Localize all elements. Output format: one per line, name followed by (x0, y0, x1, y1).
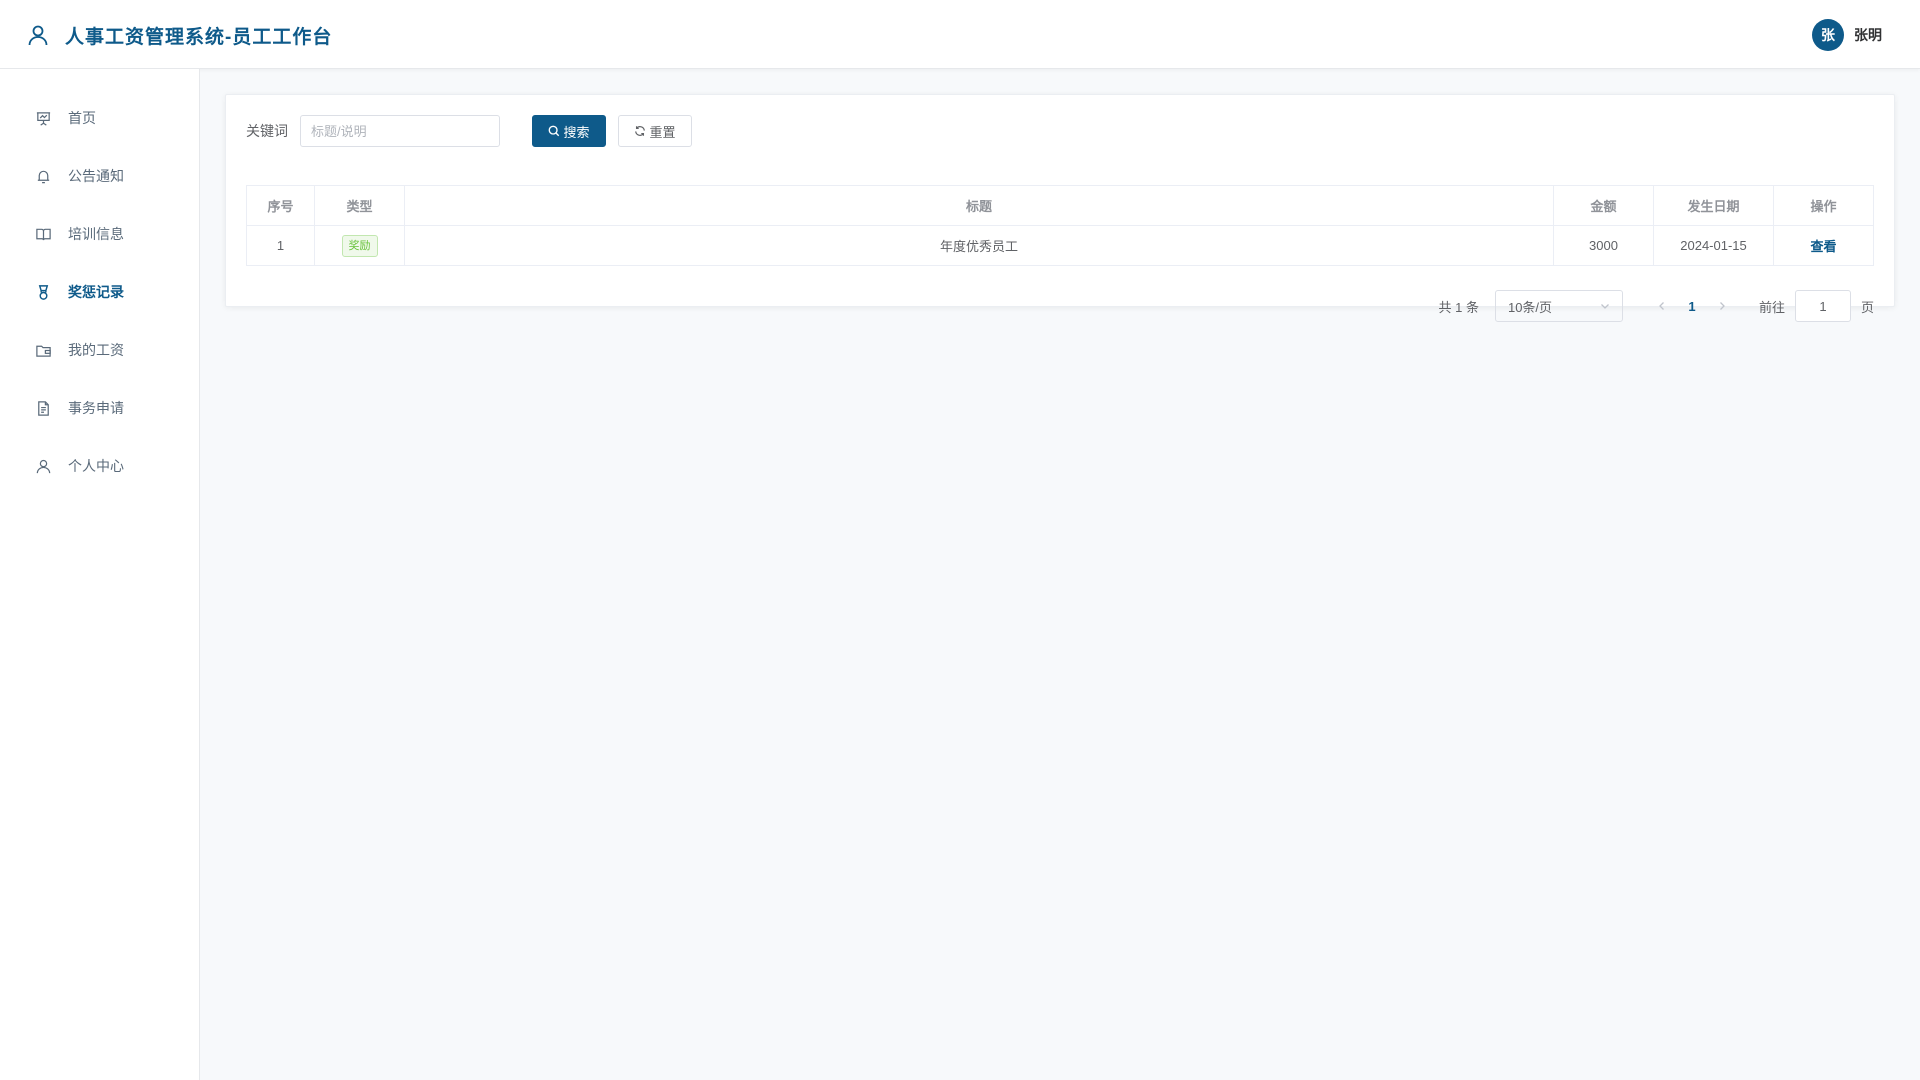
sidebar-item-label: 公告通知 (68, 168, 124, 184)
rewards-table: 序号 类型 标题 金额 发生日期 操作 1 奖励 年度优秀员工 3000 202… (246, 185, 1874, 266)
goto-suffix: 页 (1860, 299, 1874, 315)
book-icon (34, 225, 52, 243)
top-header: 人事工资管理系统-员工工作台 张 张明 (0, 0, 1920, 69)
keyword-input[interactable] (300, 115, 500, 147)
table-row: 1 奖励 年度优秀员工 3000 2024-01-15 查看 (246, 225, 1874, 266)
column-header: 操作 (1773, 185, 1874, 226)
reset-button[interactable]: 重置 (618, 115, 692, 147)
page-number[interactable]: 1 (1677, 299, 1707, 314)
bell-icon (34, 167, 52, 185)
sidebar-item-training[interactable]: 培训信息 (0, 205, 199, 263)
search-icon (548, 125, 560, 137)
type-tag: 奖励 (341, 234, 378, 257)
next-page-button[interactable] (1707, 299, 1737, 314)
presentation-icon (34, 109, 52, 127)
column-header: 标题 (404, 185, 1554, 226)
search-bar: 关键词 搜索 重置 (246, 115, 692, 147)
refresh-icon (634, 125, 646, 137)
app-title: 人事工资管理系统-员工工作台 (65, 26, 333, 48)
sidebar-item-label: 我的工资 (68, 342, 124, 358)
search-button[interactable]: 搜索 (532, 115, 606, 147)
wallet-icon (34, 341, 52, 359)
goto-page-input[interactable] (1794, 290, 1851, 322)
sidebar-item-label: 培训信息 (68, 226, 124, 242)
page-size-value: 10条/页 (1507, 299, 1553, 315)
sidebar-item-requests[interactable]: 事务申请 (0, 379, 199, 437)
column-header: 金额 (1553, 185, 1654, 226)
pagination: 共 1 条 10条/页 1 前往 1 页 (1438, 288, 1874, 324)
sidebar-item-rewards[interactable]: 奖惩记录 (0, 263, 199, 321)
prev-page-button[interactable] (1647, 299, 1677, 314)
brand: 人事工资管理系统-员工工作台 (25, 19, 332, 51)
cell-title: 年度优秀员工 (404, 225, 1554, 266)
sidebar-item-label: 奖惩记录 (68, 284, 124, 300)
keyword-label: 关键词 (246, 123, 288, 139)
column-header: 类型 (314, 185, 405, 226)
user-menu[interactable]: 张 张明 (1812, 19, 1882, 51)
column-header: 序号 (246, 185, 315, 226)
user-icon (34, 457, 52, 475)
chevron-right-icon (1720, 301, 1725, 310)
cell-type: 奖励 (314, 225, 405, 266)
cell-amount: 3000 (1553, 225, 1654, 266)
document-icon (34, 399, 52, 417)
table-header-row: 序号 类型 标题 金额 发生日期 操作 (246, 185, 1874, 226)
sidebar-item-notice[interactable]: 公告通知 (0, 147, 199, 205)
view-link[interactable]: 查看 (1810, 239, 1836, 254)
user-icon (25, 22, 51, 48)
total-count: 共 1 条 (1438, 299, 1479, 315)
search-button-label: 搜索 (563, 124, 590, 140)
column-header: 发生日期 (1653, 185, 1774, 226)
cell-action: 查看 (1773, 225, 1874, 266)
main-content: 关键词 搜索 重置 (200, 69, 1920, 1080)
chevron-down-icon (1600, 299, 1610, 314)
username[interactable]: 张明 (1854, 25, 1882, 45)
reset-button-label: 重置 (649, 124, 676, 140)
page-size-select[interactable]: 10条/页 (1494, 290, 1623, 322)
goto-label: 前往 (1758, 299, 1785, 315)
sidebar-item-profile[interactable]: 个人中心 (0, 437, 199, 495)
sidebar-item-label: 个人中心 (68, 458, 124, 474)
avatar[interactable]: 张 (1812, 19, 1844, 51)
medal-icon (34, 283, 52, 301)
sidebar: 首页 公告通知 培训信息 奖惩记录 我的工资 事务申请 个人中心 (0, 69, 200, 1080)
sidebar-menu: 首页 公告通知 培训信息 奖惩记录 我的工资 事务申请 个人中心 (0, 69, 199, 495)
sidebar-item-label: 事务申请 (68, 400, 124, 416)
rewards-card: 关键词 搜索 重置 (225, 94, 1895, 322)
chevron-left-icon (1659, 301, 1664, 310)
sidebar-item-label: 首页 (68, 110, 96, 126)
sidebar-item-salary[interactable]: 我的工资 (0, 321, 199, 379)
cell-index: 1 (246, 225, 315, 266)
sidebar-item-home[interactable]: 首页 (0, 89, 199, 147)
cell-date: 2024-01-15 (1653, 225, 1774, 266)
